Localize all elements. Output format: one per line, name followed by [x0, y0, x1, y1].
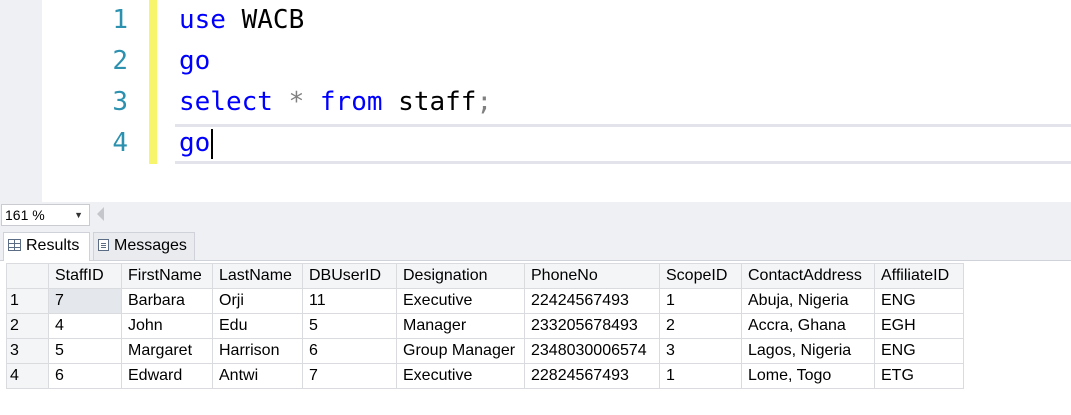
keyword: go: [179, 128, 211, 158]
keyword: go: [179, 46, 211, 76]
table-cell[interactable]: 7: [302, 363, 397, 389]
text-caret: [211, 128, 214, 159]
header-row: StaffID FirstName LastName DBUserID Desi…: [6, 263, 964, 289]
table-row[interactable]: 1 7 Barbara Orji 11 Executive 2242456749…: [6, 288, 964, 314]
table-cell[interactable]: Edu: [212, 313, 303, 339]
table-cell[interactable]: 233205678493: [524, 313, 660, 339]
table-cell[interactable]: 5: [302, 313, 397, 339]
semicolon: ;: [476, 87, 493, 117]
table-cell[interactable]: Orji: [212, 288, 303, 314]
code-line-4[interactable]: go: [179, 123, 214, 163]
line-number: 1: [112, 5, 128, 35]
table-cell[interactable]: Abuja, Nigeria: [741, 288, 875, 314]
results-grid-area: StaffID FirstName LastName DBUserID Desi…: [0, 261, 1071, 415]
table-cell[interactable]: Antwi: [212, 363, 303, 389]
tab-messages[interactable]: Messages: [93, 232, 195, 260]
table-row[interactable]: 3 5 Margaret Harrison 6 Group Manager 23…: [6, 338, 964, 364]
keyword: select: [179, 87, 273, 117]
code-line-2[interactable]: go: [179, 41, 210, 81]
table-cell[interactable]: 1: [659, 288, 742, 314]
column-header[interactable]: ContactAddress: [741, 263, 875, 289]
table-cell[interactable]: ENG: [874, 338, 964, 364]
table-cell[interactable]: 5: [48, 338, 122, 364]
table-cell[interactable]: ETG: [874, 363, 964, 389]
line-number: 2: [112, 46, 128, 76]
column-header[interactable]: DBUserID: [302, 263, 397, 289]
table-cell[interactable]: Accra, Ghana: [741, 313, 875, 339]
table-cell[interactable]: Harrison: [212, 338, 303, 364]
keyword: use: [179, 5, 226, 35]
row-number[interactable]: 1: [6, 288, 49, 314]
line-number: 4: [112, 128, 128, 158]
column-header[interactable]: Designation: [396, 263, 525, 289]
table-cell[interactable]: 22424567493: [524, 288, 660, 314]
table-row[interactable]: 4 6 Edward Antwi 7 Executive 22824567493…: [6, 363, 964, 389]
column-header[interactable]: StaffID: [48, 263, 122, 289]
table-cell[interactable]: 7: [48, 288, 122, 314]
results-grid: StaffID FirstName LastName DBUserID Desi…: [6, 263, 964, 389]
table-cell[interactable]: Margaret: [121, 338, 213, 364]
table-cell[interactable]: EGH: [874, 313, 964, 339]
keyword: from: [319, 87, 383, 117]
table-cell[interactable]: 2: [659, 313, 742, 339]
row-number[interactable]: 3: [6, 338, 49, 364]
table-cell[interactable]: 2348030006574: [524, 338, 660, 364]
editor-status-strip: [0, 202, 1071, 229]
table-cell[interactable]: 6: [48, 363, 122, 389]
table-cell[interactable]: Executive: [396, 363, 525, 389]
row-number[interactable]: 2: [6, 313, 49, 339]
chevron-down-icon: ▼: [74, 210, 83, 220]
zoom-dropdown[interactable]: 161 % ▼: [1, 204, 90, 226]
scroll-left-arrow-icon[interactable]: [97, 207, 104, 221]
change-tracking-bar: [149, 0, 157, 164]
column-header[interactable]: AffiliateID: [874, 263, 964, 289]
identifier: staff: [382, 87, 477, 117]
table-cell[interactable]: 4: [48, 313, 122, 339]
messages-icon: [98, 239, 109, 251]
tab-label: Messages: [114, 237, 187, 254]
table-cell[interactable]: 1: [659, 363, 742, 389]
column-header[interactable]: LastName: [212, 263, 303, 289]
identifier: WACB: [225, 5, 305, 35]
table-cell[interactable]: Executive: [396, 288, 525, 314]
table-cell[interactable]: Edward: [121, 363, 213, 389]
current-line-highlight: [175, 124, 1071, 164]
query-editor[interactable]: 1 2 3 4 use WACB go select * from staff;…: [0, 0, 1071, 202]
table-cell[interactable]: John: [121, 313, 213, 339]
zoom-value: 161 %: [5, 207, 45, 223]
table-cell[interactable]: Manager: [396, 313, 525, 339]
editor-glyph-margin: [0, 0, 42, 202]
table-cell[interactable]: 3: [659, 338, 742, 364]
line-number: 3: [112, 87, 128, 117]
corner-header-cell[interactable]: [6, 263, 49, 289]
column-header[interactable]: PhoneNo: [524, 263, 660, 289]
column-header[interactable]: FirstName: [121, 263, 213, 289]
column-header[interactable]: ScopeID: [659, 263, 742, 289]
operator: *: [272, 87, 320, 117]
code-line-3[interactable]: select * from staff;: [179, 82, 492, 122]
row-number[interactable]: 4: [6, 363, 49, 389]
table-row[interactable]: 2 4 John Edu 5 Manager 233205678493 2 Ac…: [6, 313, 964, 339]
tab-label: Results: [26, 237, 80, 254]
table-cell[interactable]: 22824567493: [524, 363, 660, 389]
table-cell[interactable]: 11: [302, 288, 397, 314]
code-line-1[interactable]: use WACB: [179, 0, 304, 40]
tab-results[interactable]: Results: [3, 232, 90, 261]
table-cell[interactable]: Lagos, Nigeria: [741, 338, 875, 364]
table-cell[interactable]: Group Manager: [396, 338, 525, 364]
table-cell[interactable]: ENG: [874, 288, 964, 314]
grid-icon: [8, 239, 21, 251]
table-cell[interactable]: Barbara: [121, 288, 213, 314]
table-cell[interactable]: 6: [302, 338, 397, 364]
table-cell[interactable]: Lome, Togo: [741, 363, 875, 389]
